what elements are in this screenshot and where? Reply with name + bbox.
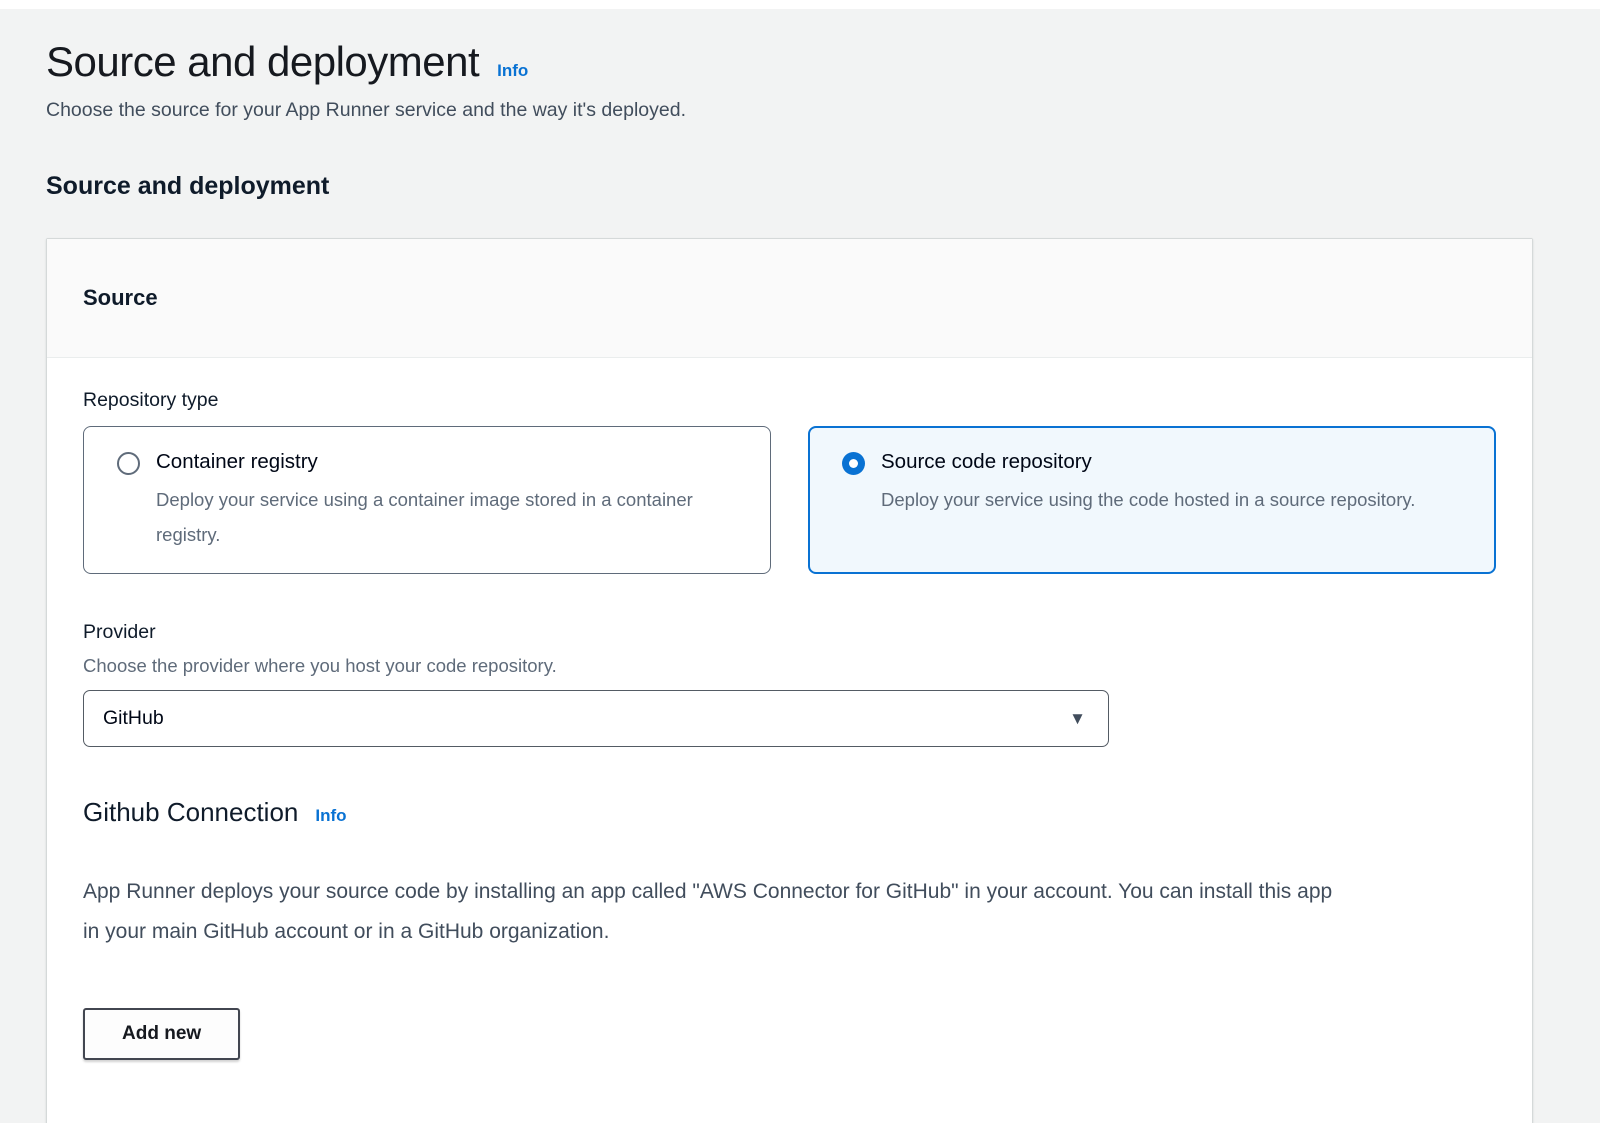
page-title-info-link[interactable]: Info [497, 61, 528, 81]
github-connection-header: Github Connection Info [83, 797, 1496, 828]
section-heading: Source and deployment [46, 172, 1533, 201]
repository-type-tiles: Container registry Deploy your service u… [83, 426, 1496, 574]
main-content: Source and deployment Info Choose the so… [0, 9, 1600, 1123]
source-card-body: Repository type Container registry Deplo… [47, 358, 1532, 1123]
provider-label: Provider [83, 620, 1496, 645]
tile-text: Source code repository Deploy your servi… [881, 448, 1415, 517]
radio-unselected-icon[interactable] [117, 452, 140, 475]
source-card: Source Repository type Container registr… [46, 238, 1533, 1123]
github-connection-info-link[interactable]: Info [315, 806, 346, 826]
page-subtitle: Choose the source for your App Runner se… [46, 99, 1533, 122]
tile-source-code-repository[interactable]: Source code repository Deploy your servi… [808, 426, 1496, 574]
page-header: Source and deployment Info [46, 9, 1533, 87]
provider-select-value: GitHub [103, 707, 164, 730]
provider-field: Provider Choose the provider where you h… [83, 620, 1496, 747]
tile-text: Container registry Deploy your service u… [156, 448, 716, 552]
tile-title-container-registry: Container registry [156, 448, 716, 475]
provider-select[interactable]: GitHub ▼ [83, 690, 1109, 747]
github-connection-heading: Github Connection [83, 797, 298, 828]
add-new-button[interactable]: Add new [83, 1008, 240, 1060]
caret-down-icon: ▼ [1069, 710, 1086, 727]
tile-title-source-code-repository: Source code repository [881, 448, 1415, 475]
github-connection-paragraph: App Runner deploys your source code by i… [83, 872, 1353, 952]
source-card-header: Source [47, 239, 1532, 358]
tile-description-source-code-repository: Deploy your service using the code hoste… [881, 482, 1415, 517]
top-strip [0, 0, 1600, 9]
radio-selected-icon[interactable] [842, 452, 865, 475]
tile-description-container-registry: Deploy your service using a container im… [156, 482, 716, 552]
tile-container-registry[interactable]: Container registry Deploy your service u… [83, 426, 771, 574]
page-title: Source and deployment [46, 37, 479, 87]
provider-description: Choose the provider where you host your … [83, 654, 1496, 678]
repository-type-label: Repository type [83, 388, 1496, 413]
source-card-title: Source [83, 285, 1496, 311]
